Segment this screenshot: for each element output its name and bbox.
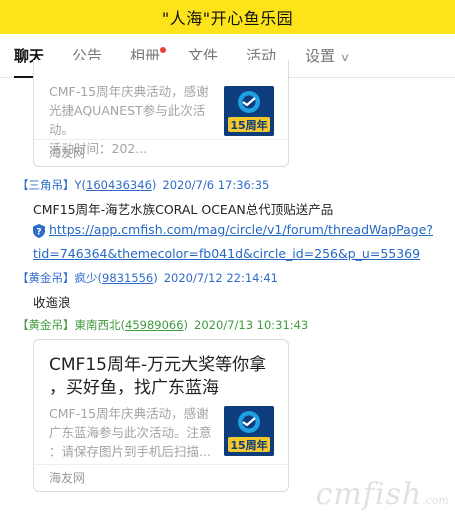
- card-title-line: ，买好鱼，找广东蓝海: [49, 378, 219, 398]
- card-source: 海友网: [34, 139, 288, 166]
- member-badge: 【黄金吊】: [17, 318, 75, 332]
- message-link-continued[interactable]: tid=746364&themecolor=fb041d&circle_id=2…: [33, 246, 420, 261]
- message-text: 收迤浪: [33, 295, 71, 310]
- card-desc-line: 光捷AQUANEST参与此次活动。: [49, 103, 206, 137]
- notification-dot: [160, 47, 167, 53]
- sender-name[interactable]: 東南西北: [75, 318, 121, 332]
- card-source: 海友网: [34, 464, 288, 491]
- member-badge: 【黄金吊】: [17, 271, 75, 285]
- card-desc-line: ：请保存图片到手机后扫描...: [49, 444, 211, 459]
- message-header: 【三角吊】Y(160436346) 2020/7/6 17:36:35: [17, 178, 270, 192]
- card-desc-line: 广东蓝海参与此次活动。注意: [49, 425, 212, 440]
- window-title: "人海"开心鱼乐园: [161, 9, 294, 28]
- sender-name[interactable]: 疯少: [75, 271, 98, 285]
- card-description: CMF-15周年庆典活动，感谢 广东蓝海参与此次活动。注意 ：请保存图片到手机后…: [49, 404, 224, 461]
- message-header: 【黄金吊】疯少(9831556) 2020/7/12 22:14:41: [17, 271, 278, 285]
- sender-uid-link[interactable]: 160436346: [86, 178, 152, 192]
- watermark-main: cmfish: [315, 477, 423, 512]
- tab-settings[interactable]: 设置 ∨: [305, 34, 351, 78]
- thumb-text: 15周年: [230, 118, 267, 132]
- sender-uid-link[interactable]: 45989066: [125, 318, 184, 332]
- shield-check-icon: ?: [33, 224, 45, 238]
- message-time: 2020/7/6 17:36:35: [162, 178, 270, 192]
- card-thumbnail: 15周年: [224, 86, 274, 136]
- card-thumbnail: 15周年: [224, 406, 274, 456]
- message-time: 2020/7/13 10:31:43: [194, 318, 309, 332]
- title-bar: "人海"开心鱼乐园: [0, 0, 455, 34]
- message-time: 2020/7/12 22:14:41: [163, 271, 278, 285]
- chevron-down-icon: ∨: [339, 51, 351, 64]
- message-link[interactable]: https://app.cmfish.com/mag/circle/v1/for…: [49, 222, 433, 237]
- message-text: CMF15周年-海艺水族CORAL OCEAN总代顶贴送产品: [33, 202, 334, 217]
- card-desc-line: CMF-15周年庆典活动，感谢: [49, 406, 209, 421]
- svg-text:?: ?: [36, 228, 41, 238]
- card-desc-line: CMF-15周年庆典活动，感谢: [49, 84, 209, 99]
- message-header: 【黄金吊】東南西北(45989066) 2020/7/13 10:31:43: [17, 318, 309, 332]
- member-badge: 【三角吊】: [17, 178, 75, 192]
- link-card[interactable]: CMF-15周年庆典活动，感谢 光捷AQUANEST参与此次活动。 活动时间：2…: [33, 60, 289, 167]
- thumb-text: 15周年: [230, 438, 267, 452]
- card-title: CMF15周年-万元大奖等你拿 ，买好鱼，找广东蓝海: [49, 354, 279, 400]
- tab-label: 设置: [305, 47, 336, 65]
- card-title-line: CMF15周年-万元大奖等你拿: [49, 355, 267, 375]
- sender-name[interactable]: Y: [75, 178, 82, 192]
- sender-uid-link[interactable]: 9831556: [102, 271, 153, 285]
- link-card[interactable]: CMF15周年-万元大奖等你拿 ，买好鱼，找广东蓝海 CMF-15周年庆典活动，…: [33, 339, 289, 492]
- watermark-suffix: .com: [422, 494, 449, 507]
- watermark: cmfish.com: [316, 477, 449, 512]
